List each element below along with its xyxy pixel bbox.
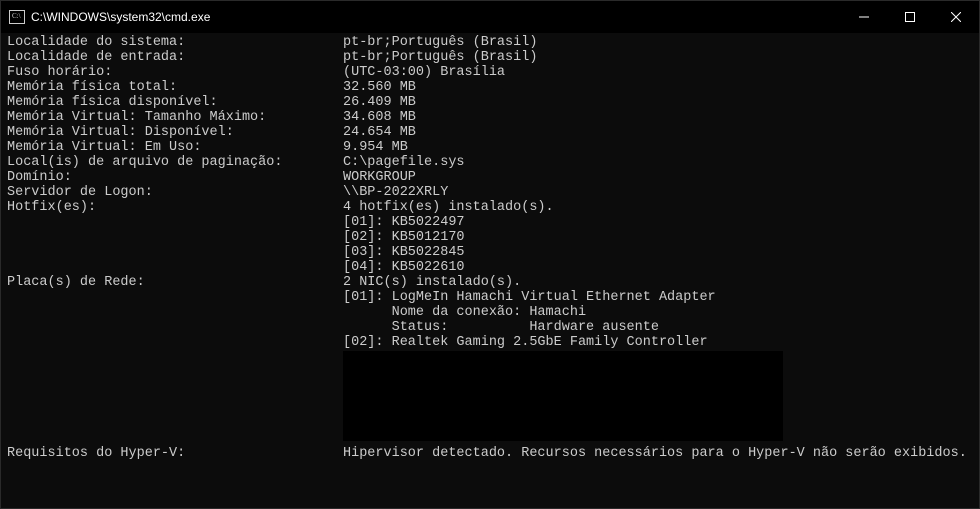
line-label: Servidor de Logon: [7,185,343,200]
line-value: [04]: KB5022610 [343,260,465,275]
output-line: [04]: KB5022610 [7,260,973,275]
output-line: Memória Virtual: Em Uso:9.954 MB [7,140,973,155]
maximize-button[interactable] [887,1,933,33]
line-value: 9.954 MB [343,140,408,155]
output-line: Fuso horário:(UTC-03:00) Brasília [7,65,973,80]
line-label: Fuso horário: [7,65,343,80]
output-line: Memória física disponível:26.409 MB [7,95,973,110]
line-label: Localidade do sistema: [7,35,343,50]
terminal-output[interactable]: Localidade do sistema:pt-br;Português (B… [1,33,979,508]
window-controls [841,1,979,33]
line-value: 24.654 MB [343,125,416,140]
output-line: [02]: KB5012170 [7,230,973,245]
output-line: Local(is) de arquivo de paginação:C:\pag… [7,155,973,170]
output-line: Placa(s) de Rede:2 NIC(s) instalado(s). [7,275,973,290]
line-label: Hotfix(es): [7,200,343,215]
line-label: Localidade de entrada: [7,50,343,65]
line-label: Placa(s) de Rede: [7,275,343,290]
line-value: 34.608 MB [343,110,416,125]
svg-text:C:\: C:\ [12,12,21,20]
line-value: Hipervisor detectado. Recursos necessári… [343,446,967,461]
line-label: Memória física disponível: [7,95,343,110]
line-label: Memória Virtual: Tamanho Máximo: [7,110,343,125]
output-line: Localidade do sistema:pt-br;Português (B… [7,35,973,50]
output-line: [02]: Realtek Gaming 2.5GbE Family Contr… [7,335,973,350]
line-value: Status: Hardware ausente [343,320,659,335]
line-value: Nome da conexão: Hamachi [343,305,586,320]
line-label: Memória Virtual: Disponível: [7,125,343,140]
line-value: C:\pagefile.sys [343,155,465,170]
output-line: Localidade de entrada:pt-br;Português (B… [7,50,973,65]
line-value: [03]: KB5022845 [343,245,465,260]
minimize-button[interactable] [841,1,887,33]
titlebar-left: C:\ C:\WINDOWS\system32\cmd.exe [1,9,210,25]
window-title: C:\WINDOWS\system32\cmd.exe [31,10,210,24]
output-line: [01]: LogMeIn Hamachi Virtual Ethernet A… [7,290,973,305]
output-line: Nome da conexão: Hamachi [7,305,973,320]
cmd-window: C:\ C:\WINDOWS\system32\cmd.exe Localida… [0,0,980,509]
line-value: pt-br;Português (Brasil) [343,50,537,65]
output-line: [03]: KB5022845 [7,245,973,260]
output-line: Hotfix(es):4 hotfix(es) instalado(s). [7,200,973,215]
line-value: \\BP-2022XRLY [343,185,448,200]
output-line: Memória Virtual: Disponível:24.654 MB [7,125,973,140]
output-line: Servidor de Logon:\\BP-2022XRLY [7,185,973,200]
line-label: Local(is) de arquivo de paginação: [7,155,343,170]
line-label: Domínio: [7,170,343,185]
output-line: Memória Virtual: Tamanho Máximo:34.608 M… [7,110,973,125]
output-line: Domínio:WORKGROUP [7,170,973,185]
line-label: Memória física total: [7,80,343,95]
cmd-icon: C:\ [9,9,25,25]
titlebar[interactable]: C:\ C:\WINDOWS\system32\cmd.exe [1,1,979,33]
output-line: Requisitos do Hyper-V:Hipervisor detecta… [7,446,973,461]
output-line: Status: Hardware ausente [7,320,973,335]
line-value: [02]: Realtek Gaming 2.5GbE Family Contr… [343,335,708,350]
line-value: 26.409 MB [343,95,416,110]
line-value: [01]: LogMeIn Hamachi Virtual Ethernet A… [343,290,716,305]
close-button[interactable] [933,1,979,33]
line-value: [02]: KB5012170 [343,230,465,245]
line-value: 4 hotfix(es) instalado(s). [343,200,554,215]
line-value: pt-br;Português (Brasil) [343,35,537,50]
line-value: 32.560 MB [343,80,416,95]
line-label: Requisitos do Hyper-V: [7,446,343,461]
line-value: WORKGROUP [343,170,416,185]
line-label: Memória Virtual: Em Uso: [7,140,343,155]
output-line: Memória física total:32.560 MB [7,80,973,95]
output-line: [01]: KB5022497 [7,215,973,230]
line-value: (UTC-03:00) Brasília [343,65,505,80]
redacted-block [343,351,783,441]
line-value: [01]: KB5022497 [343,215,465,230]
line-value: 2 NIC(s) instalado(s). [343,275,521,290]
